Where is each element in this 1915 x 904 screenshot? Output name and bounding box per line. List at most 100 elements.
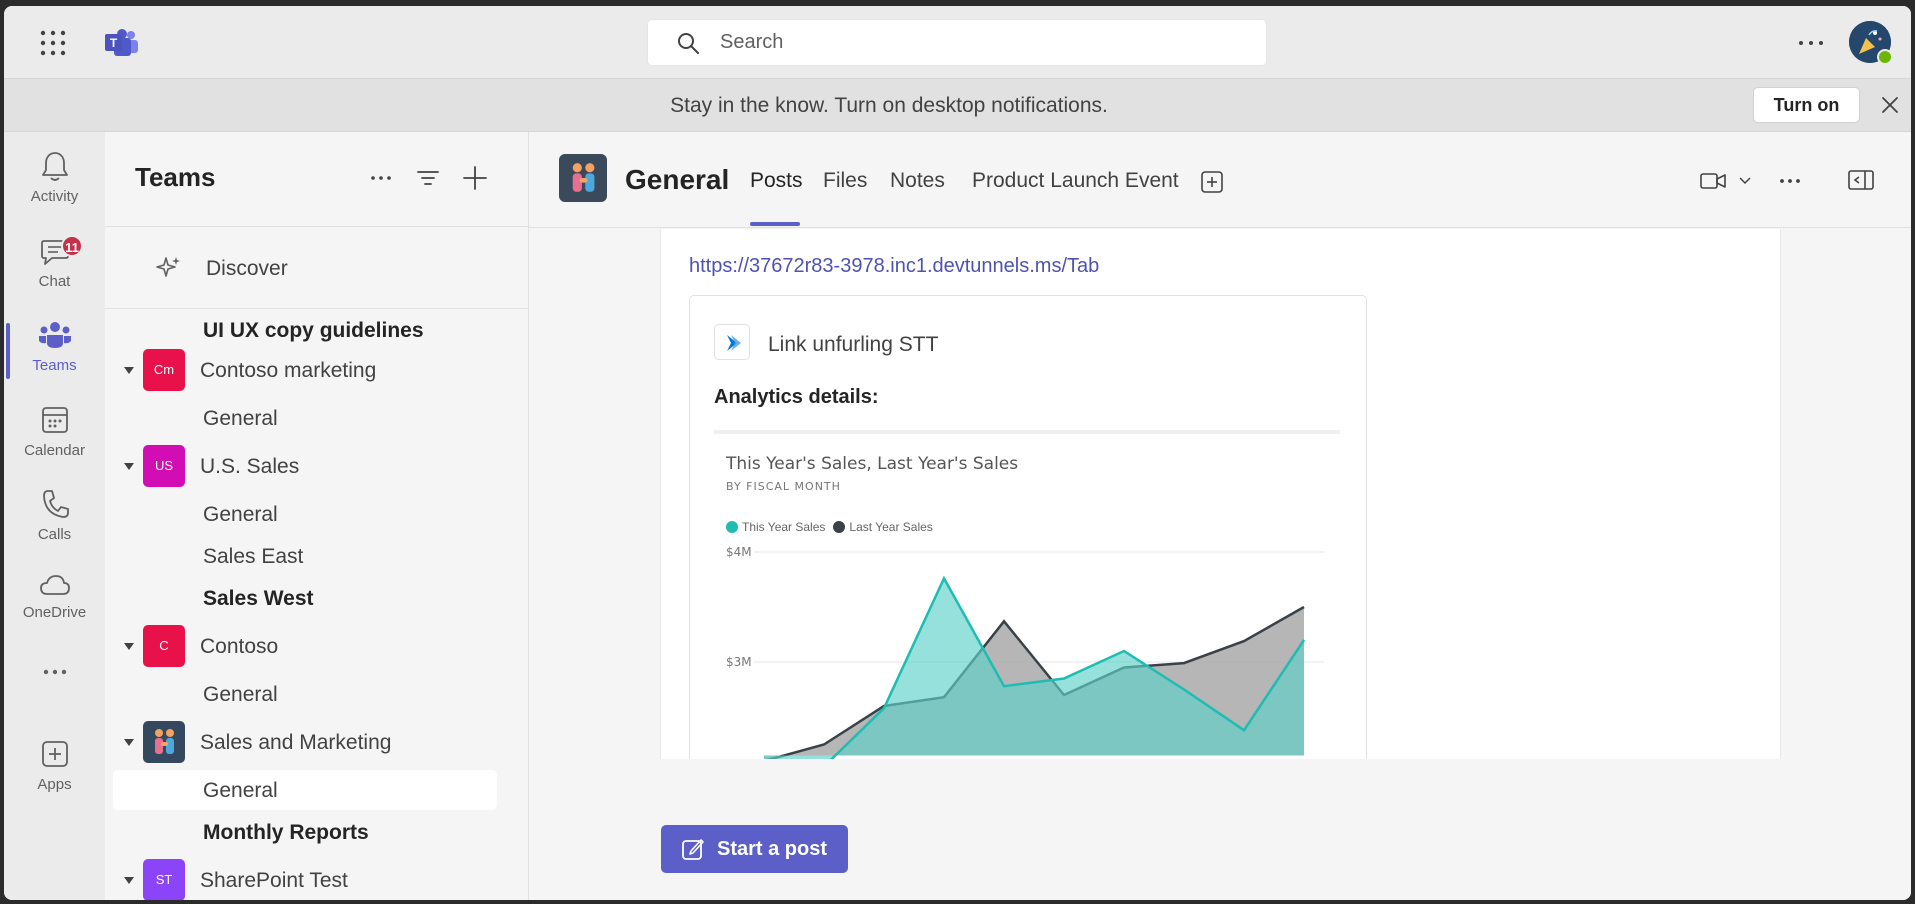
compose-icon	[682, 839, 704, 860]
post-link[interactable]: https://37672r83-3978.inc1.devtunnels.ms…	[689, 255, 1099, 278]
more-options-icon[interactable]	[1796, 30, 1826, 56]
close-icon[interactable]	[1880, 95, 1900, 115]
team-label: Contoso	[200, 635, 279, 658]
card-app-name: Link unfurling STT	[768, 333, 939, 356]
channel-item-selected[interactable]: General	[113, 770, 497, 810]
team-avatar: ST	[143, 859, 185, 900]
channel-label: Sales East	[203, 545, 304, 568]
teams-window: T Stay in the know. Turn on desktop not	[4, 6, 1911, 900]
channel-item[interactable]: UI UX copy guidelines	[105, 310, 528, 350]
team-item[interactable]: Sales and Marketing	[105, 721, 528, 763]
legend-label: This Year Sales	[742, 520, 826, 534]
rail-item-onedrive[interactable]: OneDrive	[4, 572, 105, 652]
team-label: Contoso marketing	[200, 359, 377, 382]
video-camera-icon[interactable]	[1699, 170, 1727, 192]
team-item[interactable]: Cm Contoso marketing	[105, 349, 528, 391]
legend-label: Last Year Sales	[849, 520, 933, 534]
legend-marker-this-year	[726, 521, 738, 533]
rail-label: Activity	[30, 188, 79, 205]
channel-header: General Posts Files Notes Product Launch…	[529, 132, 1911, 228]
arrow-app-icon	[727, 335, 741, 351]
tab-product-launch-event[interactable]: Product Launch Event	[972, 169, 1179, 193]
discover-label: Discover	[206, 257, 288, 280]
search-input[interactable]	[720, 31, 1220, 54]
top-bar: T	[4, 6, 1911, 78]
add-icon[interactable]	[461, 164, 489, 192]
rail-item-calendar[interactable]: Calendar	[4, 404, 105, 484]
rail-label: Calls	[37, 526, 72, 543]
rail-item-teams[interactable]: Teams	[4, 319, 105, 399]
rail-item-apps[interactable]: Apps	[4, 738, 105, 818]
add-tab-icon[interactable]	[1200, 170, 1224, 194]
link-unfurl-card[interactable]: Link unfurling STT Analytics details: Th…	[689, 295, 1367, 759]
y-tick-label: $4M	[726, 545, 752, 559]
card-subtitle: Analytics details:	[714, 386, 879, 408]
channel-label: General	[203, 683, 278, 706]
search-icon	[678, 32, 699, 54]
tab-files[interactable]: Files	[823, 169, 867, 193]
team-item[interactable]: US U.S. Sales	[105, 445, 528, 487]
rail-label: Chat	[38, 273, 71, 290]
caret-down-icon[interactable]	[123, 737, 135, 747]
rail-label: Calendar	[24, 442, 85, 459]
tab-notes[interactable]: Notes	[890, 169, 945, 193]
caret-down-icon[interactable]	[123, 461, 135, 471]
team-label: SharePoint Test	[200, 869, 348, 892]
app-launcher-icon[interactable]	[40, 30, 66, 56]
app-rail: Activity 11 Chat Teams Calendar Calls On…	[4, 132, 105, 900]
start-post-button[interactable]: Start a post	[661, 825, 848, 873]
handshake-people-icon	[155, 729, 174, 754]
rail-label: Apps	[37, 776, 72, 793]
status-available-icon	[1877, 49, 1893, 65]
add-app-icon	[41, 741, 68, 767]
sparkle-icon	[156, 257, 180, 277]
chat-unread-badge: 11	[61, 235, 83, 257]
rail-label: OneDrive	[22, 604, 87, 621]
chart-title: This Year's Sales, Last Year's Sales	[726, 454, 1019, 474]
channel-item[interactable]: Sales West	[105, 578, 528, 618]
filter-icon[interactable]	[414, 164, 442, 192]
team-item[interactable]: ST SharePoint Test	[105, 859, 528, 900]
channel-label: Monthly Reports	[203, 821, 369, 844]
more-options-icon[interactable]	[1776, 170, 1804, 192]
more-options-icon	[43, 669, 66, 675]
panel-title: Teams	[135, 162, 216, 192]
teams-panel-header: Teams	[105, 132, 528, 227]
discover-item[interactable]: Discover	[105, 227, 528, 309]
caret-down-icon[interactable]	[123, 365, 135, 375]
channel-item[interactable]: General	[105, 398, 528, 438]
rail-label: Teams	[32, 357, 77, 374]
more-options-icon[interactable]	[367, 164, 395, 192]
channel-label: UI UX copy guidelines	[203, 319, 424, 342]
cloud-icon	[39, 575, 70, 595]
rail-item-calls[interactable]: Calls	[4, 488, 105, 568]
channel-item[interactable]: General	[105, 494, 528, 534]
legend-marker-last-year	[833, 521, 846, 533]
team-label: Sales and Marketing	[200, 731, 392, 754]
caret-down-icon[interactable]	[123, 875, 135, 885]
search-box[interactable]	[647, 19, 1267, 66]
phone-icon	[42, 490, 69, 518]
active-tab-indicator	[750, 222, 800, 226]
profile-avatar[interactable]	[1849, 21, 1893, 65]
channel-item[interactable]: Sales East	[105, 536, 528, 576]
rail-more-apps[interactable]	[4, 662, 105, 692]
notification-banner: Stay in the know. Turn on desktop notifi…	[4, 78, 1911, 132]
team-avatar	[143, 721, 185, 763]
app-icon	[714, 324, 750, 360]
banner-message: Stay in the know. Turn on desktop notifi…	[670, 94, 1108, 117]
tab-posts[interactable]: Posts	[750, 169, 803, 193]
teams-logo-icon: T	[105, 29, 138, 56]
calendar-icon	[41, 407, 68, 433]
caret-down-icon[interactable]	[123, 641, 135, 651]
channel-label: General	[203, 503, 278, 526]
turn-on-notifications-button[interactable]: Turn on	[1753, 87, 1860, 123]
rail-item-activity[interactable]: Activity	[4, 150, 105, 230]
side-panel-icon[interactable]	[1847, 168, 1875, 192]
chevron-down-icon[interactable]	[1738, 176, 1752, 186]
start-post-label: Start a post	[717, 837, 828, 860]
rail-item-chat[interactable]: 11 Chat	[4, 235, 105, 315]
channel-item[interactable]: General	[105, 674, 528, 714]
team-item[interactable]: C Contoso	[105, 625, 528, 667]
channel-item[interactable]: Monthly Reports	[105, 812, 528, 852]
